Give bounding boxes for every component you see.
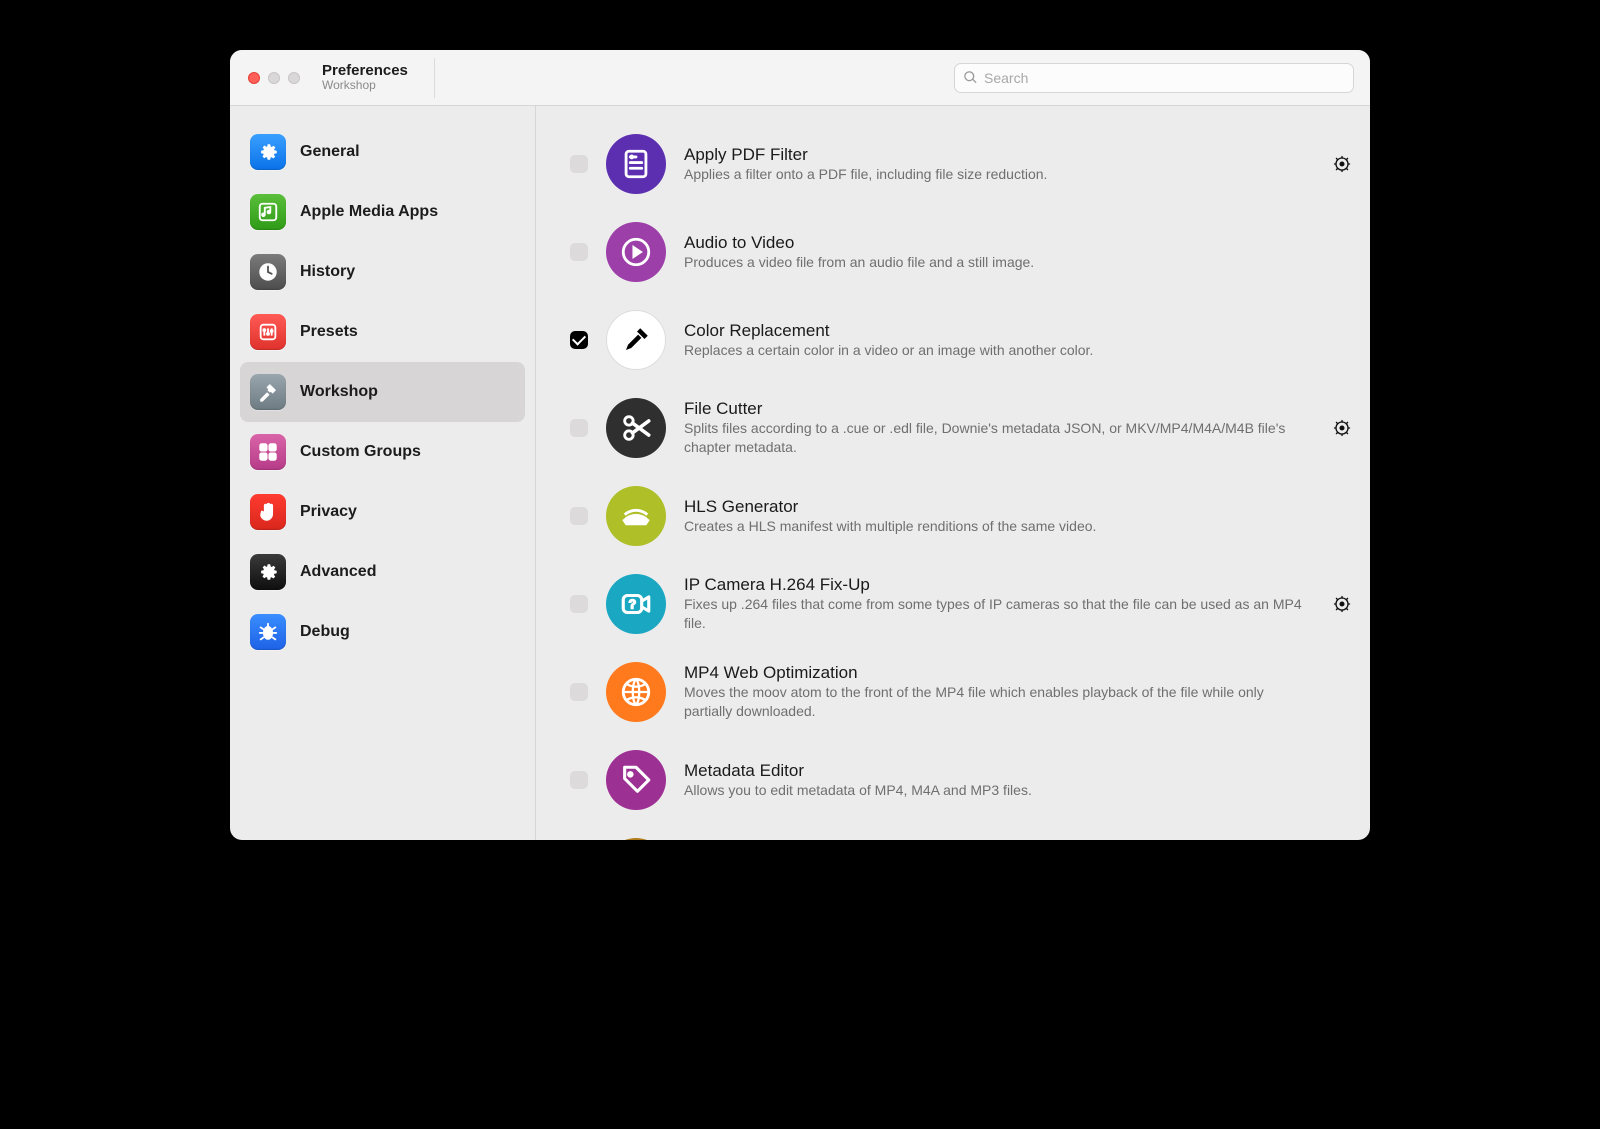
module-title: Metadata Editor [684,761,1314,781]
sidebar-item-workshop[interactable]: Workshop [240,362,525,422]
module-description: Fixes up .264 files that come from some … [684,595,1314,633]
module-description: Replaces a certain color in a video or a… [684,341,1314,360]
sidebar-item-presets[interactable]: Presets [240,302,525,362]
module-row: File Cutter Splits files according to a … [566,384,1356,472]
zoom-icon[interactable] [288,72,300,84]
audio-video-icon [606,222,666,282]
module-checkbox[interactable] [570,771,588,789]
sidebar-item-custom-groups[interactable]: Custom Groups [240,422,525,482]
module-description: Moves the moov atom to the front of the … [684,683,1314,721]
module-row: Metadata Editor Allows you to edit metad… [566,736,1356,824]
module-title: Audio to Video [684,233,1314,253]
sliders-icon [250,314,286,350]
module-description: Produces a video file from an audio file… [684,253,1314,272]
stack-icon [606,838,666,840]
module-checkbox[interactable] [570,419,588,437]
sidebar-item-debug[interactable]: Debug [240,602,525,662]
sidebar-item-label: Advanced [300,563,376,581]
module-row: Multi-Preset Converts the same file with… [566,824,1356,840]
workshop-module-list: Apply PDF Filter Applies a filter onto a… [536,106,1370,840]
module-description: Allows you to edit metadata of MP4, M4A … [684,781,1314,800]
module-title: HLS Generator [684,497,1314,517]
module-title: MP4 Web Optimization [684,663,1314,683]
minimize-icon[interactable] [268,72,280,84]
preferences-window: Preferences Workshop General Apple Media… [230,50,1370,840]
grid-icon [250,434,286,470]
sidebar-item-label: Workshop [300,383,378,401]
module-text: Audio to Video Produces a video file fro… [684,233,1314,272]
titlebar: Preferences Workshop [230,50,1370,106]
module-title: Apply PDF Filter [684,145,1314,165]
sidebar-item-general[interactable]: General [240,122,525,182]
sidebar-item-label: Privacy [300,503,357,521]
module-checkbox[interactable] [570,595,588,613]
module-text: IP Camera H.264 Fix-Up Fixes up .264 fil… [684,575,1314,633]
tag-icon [606,750,666,810]
module-options-button[interactable] [1332,154,1352,174]
module-title: Color Replacement [684,321,1314,341]
close-icon[interactable] [248,72,260,84]
module-checkbox[interactable] [570,331,588,349]
module-options-button[interactable] [1332,418,1352,438]
sidebar-item-label: Apple Media Apps [300,203,438,221]
cog-icon [250,554,286,590]
sidebar-item-history[interactable]: History [240,242,525,302]
module-checkbox[interactable] [570,507,588,525]
sidebar-item-label: Presets [300,323,358,341]
sidebar: General Apple Media Apps History Presets… [230,106,536,840]
module-row: Color Replacement Replaces a certain col… [566,296,1356,384]
module-text: HLS Generator Creates a HLS manifest wit… [684,497,1314,536]
module-text: MP4 Web Optimization Moves the moov atom… [684,663,1314,721]
clock-icon [250,254,286,290]
module-options-button[interactable] [1332,594,1352,614]
module-title: File Cutter [684,399,1314,419]
titlebar-divider [434,58,435,98]
camera-icon [606,574,666,634]
module-checkbox[interactable] [570,155,588,173]
search-icon [963,70,978,85]
search-input[interactable] [984,70,1345,86]
module-text: Metadata Editor Allows you to edit metad… [684,761,1314,800]
hand-icon [250,494,286,530]
sidebar-item-label: Debug [300,623,350,641]
gear-icon [250,134,286,170]
eyedropper-icon [606,310,666,370]
sidebar-item-privacy[interactable]: Privacy [240,482,525,542]
search-field[interactable] [954,63,1354,93]
module-description: Splits files according to a .cue or .edl… [684,419,1314,457]
window-subtitle: Workshop [322,79,408,92]
module-row: HLS Generator Creates a HLS manifest wit… [566,472,1356,560]
module-row: MP4 Web Optimization Moves the moov atom… [566,648,1356,736]
bug-icon [250,614,286,650]
window-title: Preferences [322,63,408,80]
sidebar-item-advanced[interactable]: Advanced [240,542,525,602]
module-title: IP Camera H.264 Fix-Up [684,575,1314,595]
module-text: Apply PDF Filter Applies a filter onto a… [684,145,1314,184]
module-text: File Cutter Splits files according to a … [684,399,1314,457]
module-checkbox[interactable] [570,683,588,701]
traffic-lights [248,72,300,84]
wifi-icon [606,486,666,546]
module-description: Creates a HLS manifest with multiple ren… [684,517,1314,536]
sidebar-item-label: Custom Groups [300,443,421,461]
sidebar-item-label: History [300,263,355,281]
tools-icon [250,374,286,410]
module-row: IP Camera H.264 Fix-Up Fixes up .264 fil… [566,560,1356,648]
module-row: Audio to Video Produces a video file fro… [566,208,1356,296]
sidebar-item-apple-media-apps[interactable]: Apple Media Apps [240,182,525,242]
module-text: Color Replacement Replaces a certain col… [684,321,1314,360]
pdf-filter-icon [606,134,666,194]
module-row: Apply PDF Filter Applies a filter onto a… [566,120,1356,208]
sidebar-item-label: General [300,143,360,161]
window-title-block: Preferences Workshop [322,63,408,93]
globe-icon [606,662,666,722]
music-icon [250,194,286,230]
module-description: Applies a filter onto a PDF file, includ… [684,165,1314,184]
module-checkbox[interactable] [570,243,588,261]
scissors-icon [606,398,666,458]
